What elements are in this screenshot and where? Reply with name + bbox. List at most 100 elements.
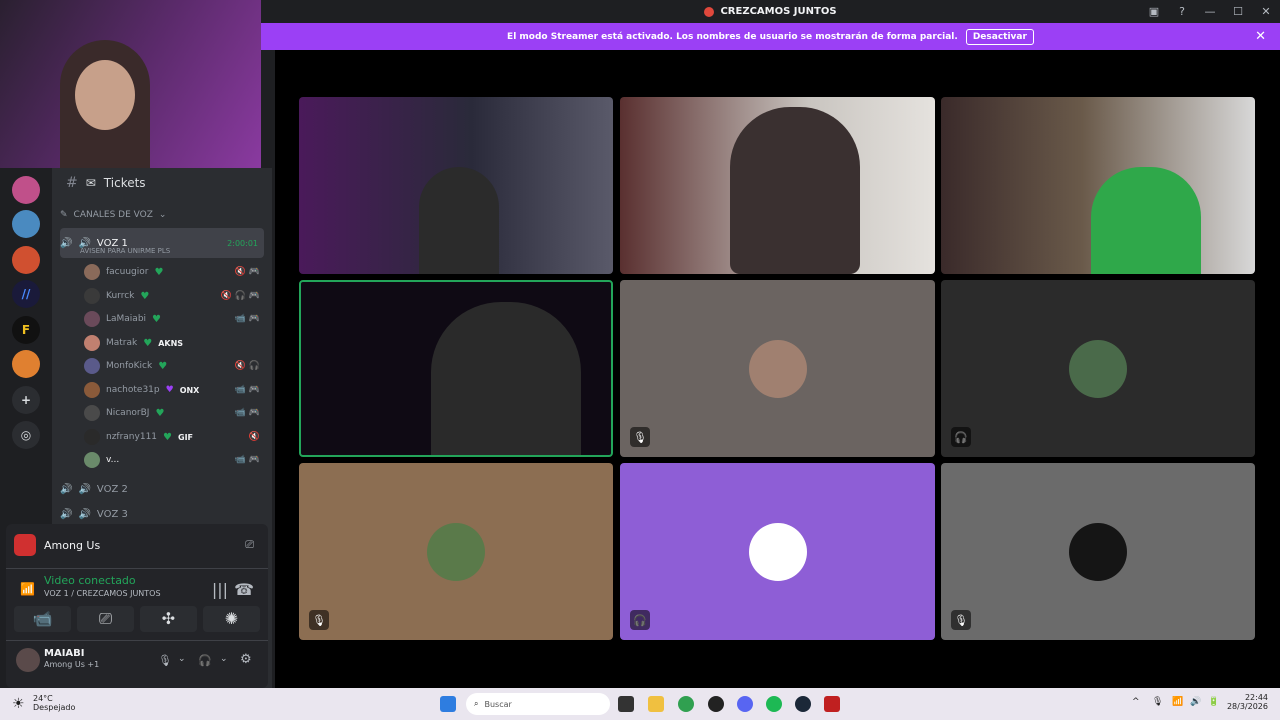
channel-status: AVISEN PARA UNIRME PLS xyxy=(80,247,171,255)
voice-tile-participant-5[interactable]: 🎙 xyxy=(620,280,935,457)
add-server-icon[interactable]: + xyxy=(12,386,40,414)
inbox-icon[interactable]: ▣ xyxy=(1140,0,1168,23)
steam-icon[interactable] xyxy=(795,696,811,712)
volume-icon[interactable]: 🔊 xyxy=(1190,697,1201,707)
server-icon[interactable]: F xyxy=(12,316,40,344)
help-icon[interactable]: ? xyxy=(1168,0,1196,23)
voice-user[interactable]: nachote31p ♥ ONX 📹 🎮 xyxy=(84,379,264,401)
mute-icon: 🎙 xyxy=(309,610,329,630)
avatar xyxy=(84,311,100,327)
avatar xyxy=(1069,522,1127,581)
avatar xyxy=(84,452,100,468)
speaker-icon: 🔊 xyxy=(60,484,73,495)
channel-voz1[interactable]: 🔊 🔊 VOZ 1 2:00:01 AVISEN PARA UNIRME PLS xyxy=(60,228,264,258)
noise-icon[interactable]: ||| xyxy=(212,580,228,599)
wifi-icon[interactable]: 📶 xyxy=(1172,697,1183,707)
voice-user[interactable]: Kurrck ♥ 🔇 🎧 🎮 xyxy=(84,285,264,307)
discord-icon[interactable] xyxy=(737,696,753,712)
user-info[interactable]: MAIABI Among Us +1 xyxy=(44,648,99,669)
chevron-down-icon[interactable]: ⌄ xyxy=(178,654,186,664)
heart-icon: ♥ xyxy=(143,337,153,349)
explore-icon[interactable]: ◎ xyxy=(12,421,40,449)
avatar xyxy=(84,264,100,280)
battery-icon[interactable]: 🔋 xyxy=(1208,697,1219,707)
banner-close-icon[interactable]: ✕ xyxy=(1255,29,1266,44)
heart-icon: ♥ xyxy=(155,407,165,419)
headphones-icon[interactable]: 🎧 xyxy=(198,654,212,667)
server-icon[interactable] xyxy=(12,176,40,204)
screen-share-icon[interactable]: ⎚ xyxy=(245,538,254,552)
obs-icon[interactable] xyxy=(708,696,724,712)
video-tile-speaking[interactable] xyxy=(299,280,613,457)
participant-figure xyxy=(730,107,860,274)
windows-start-icon[interactable] xyxy=(440,696,456,712)
heart-icon: ♥ xyxy=(163,431,172,443)
spotify-icon[interactable] xyxy=(766,696,782,712)
video-tile-participant-3[interactable] xyxy=(941,97,1255,274)
channel-voz3[interactable]: 🔊 🔊 VOZ 3 xyxy=(60,509,264,520)
microphone-icon[interactable]: 🎙 xyxy=(158,654,172,667)
camera-button[interactable]: 📹 xyxy=(14,606,71,632)
voice-user[interactable]: LaMaiabi ♥ 📹 🎮 xyxy=(84,308,264,330)
disconnect-icon[interactable]: ☎ xyxy=(234,580,254,599)
gear-icon[interactable]: ⚙ xyxy=(240,652,252,667)
avatar[interactable] xyxy=(16,648,40,672)
participant-figure xyxy=(419,167,499,274)
mute-icon: 🎙 xyxy=(951,610,971,630)
heart-icon: ♥ xyxy=(158,360,168,372)
voice-status[interactable]: Video conectado VOZ 1 / CREZCAMOS JUNTOS xyxy=(44,574,161,598)
server-icon[interactable]: // xyxy=(12,280,40,308)
participant-figure xyxy=(1091,167,1201,274)
video-tile-lamaiabi[interactable] xyxy=(299,97,613,274)
voice-user[interactable]: v... 📹 🎮 xyxy=(84,449,264,471)
microphone-icon[interactable]: 🎙 xyxy=(1152,697,1163,707)
voice-user[interactable]: MonfoKick ♥ 🔇 🎧 xyxy=(84,355,264,377)
avatar xyxy=(748,339,807,398)
streamer-face xyxy=(75,60,135,130)
voice-user[interactable]: nzfrany111 ♥ GIF 🔇 xyxy=(84,426,264,448)
deactivate-button[interactable]: Desactivar xyxy=(965,28,1034,45)
chevron-up-icon[interactable]: ^ xyxy=(1132,697,1140,707)
voice-user[interactable]: facuugior ♥ 🔇 🎮 xyxy=(84,261,264,283)
voice-user[interactable]: NicanorBJ ♥ 📹 🎮 xyxy=(84,402,264,424)
window-controls: ▣ ? — ☐ ✕ xyxy=(1140,0,1280,23)
voice-tile-participant-7[interactable]: 🎙 xyxy=(299,463,613,640)
weather-widget[interactable]: 24°C Despejado xyxy=(33,694,75,712)
server-icon[interactable] xyxy=(12,246,40,274)
signal-icon: 📶 xyxy=(20,582,35,596)
chevron-down-icon[interactable]: ⌄ xyxy=(220,654,228,664)
file-explorer-icon[interactable] xyxy=(648,696,664,712)
voice-user[interactable]: Matrak ♥ AKNS xyxy=(84,332,264,354)
server-icon[interactable] xyxy=(12,350,40,378)
voice-tile-participant-6[interactable]: 🎧 xyxy=(941,280,1255,457)
screen-share-button[interactable]: ⎚ xyxy=(77,606,134,632)
server-icon[interactable] xyxy=(12,210,40,238)
maximize-button[interactable]: ☐ xyxy=(1224,0,1252,23)
clock[interactable]: 22:44 28/3/2026 xyxy=(1227,693,1268,711)
taskbar-search[interactable]: ⌕ Buscar xyxy=(466,693,610,715)
participant-figure xyxy=(431,302,581,455)
channel-timer: 2:00:01 xyxy=(227,238,258,248)
heart-icon: ♥ xyxy=(152,313,162,325)
channel-voz2[interactable]: 🔊 🔊 VOZ 2 xyxy=(60,484,264,495)
soundboard-button[interactable]: ✺ xyxy=(203,606,260,632)
close-button[interactable]: ✕ xyxy=(1252,0,1280,23)
activity-row[interactable]: Among Us xyxy=(14,534,100,556)
category-voice-channels[interactable]: ✎ CANALES DE VOZ ⌄ xyxy=(60,210,264,220)
channel-tickets[interactable]: # ✉ Tickets xyxy=(52,168,272,198)
avatar xyxy=(84,335,100,351)
avatar xyxy=(748,522,807,581)
weather-icon[interactable]: ☀ xyxy=(12,696,25,712)
minimize-button[interactable]: — xyxy=(1196,0,1224,23)
video-tile-participant-2[interactable] xyxy=(620,97,935,274)
chrome-icon[interactable] xyxy=(678,696,694,712)
among-us-taskbar-icon[interactable] xyxy=(824,696,840,712)
user-status-icons: 🔇 🎮 xyxy=(234,267,260,277)
voice-tile-participant-9[interactable]: 🎙 xyxy=(941,463,1255,640)
voice-tile-participant-8[interactable]: 🎧 xyxy=(620,463,935,640)
user-status-icons: 🔇 xyxy=(248,432,260,442)
task-view-icon[interactable] xyxy=(618,696,634,712)
activities-button[interactable]: ✣ xyxy=(140,606,197,632)
video-grid: 🎙 🎧 🎙 🎧 🎙 xyxy=(275,50,1280,688)
chevron-down-icon: ⌄ xyxy=(158,210,167,220)
